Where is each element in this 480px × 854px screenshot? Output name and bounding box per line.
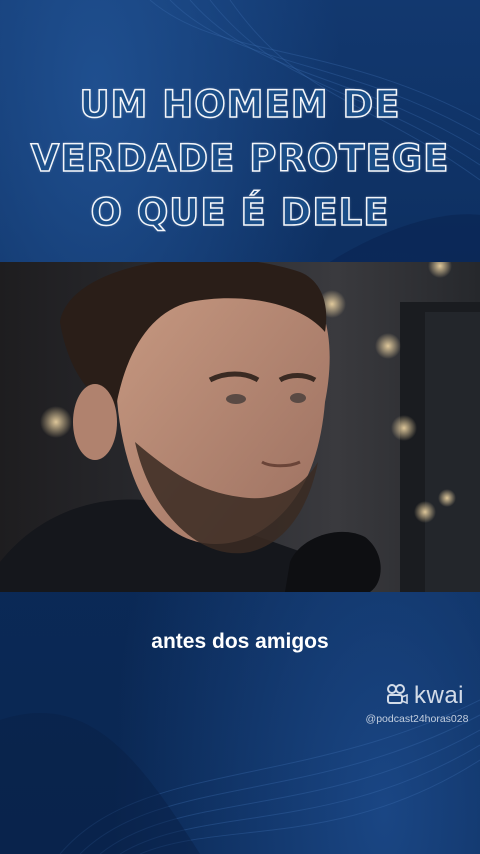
headline-line-2: VERDADE PROTEGE: [30, 136, 450, 181]
kwai-watermark: kwai: [386, 682, 464, 710]
creator-handle: @podcast24horas028: [365, 713, 469, 725]
headline: UM HOMEM DE VERDADE PROTEGE O QUE É DELE: [0, 78, 480, 240]
man-portrait-photo: [0, 262, 480, 592]
kwai-brand-text: kwai: [414, 682, 465, 709]
kwai-logo-icon: [386, 684, 408, 708]
headline-line-1: UM HOMEM DE: [79, 82, 401, 127]
headline-line-3: O QUE É DELE: [90, 190, 390, 235]
caption-text: antes dos amigos: [151, 630, 329, 653]
